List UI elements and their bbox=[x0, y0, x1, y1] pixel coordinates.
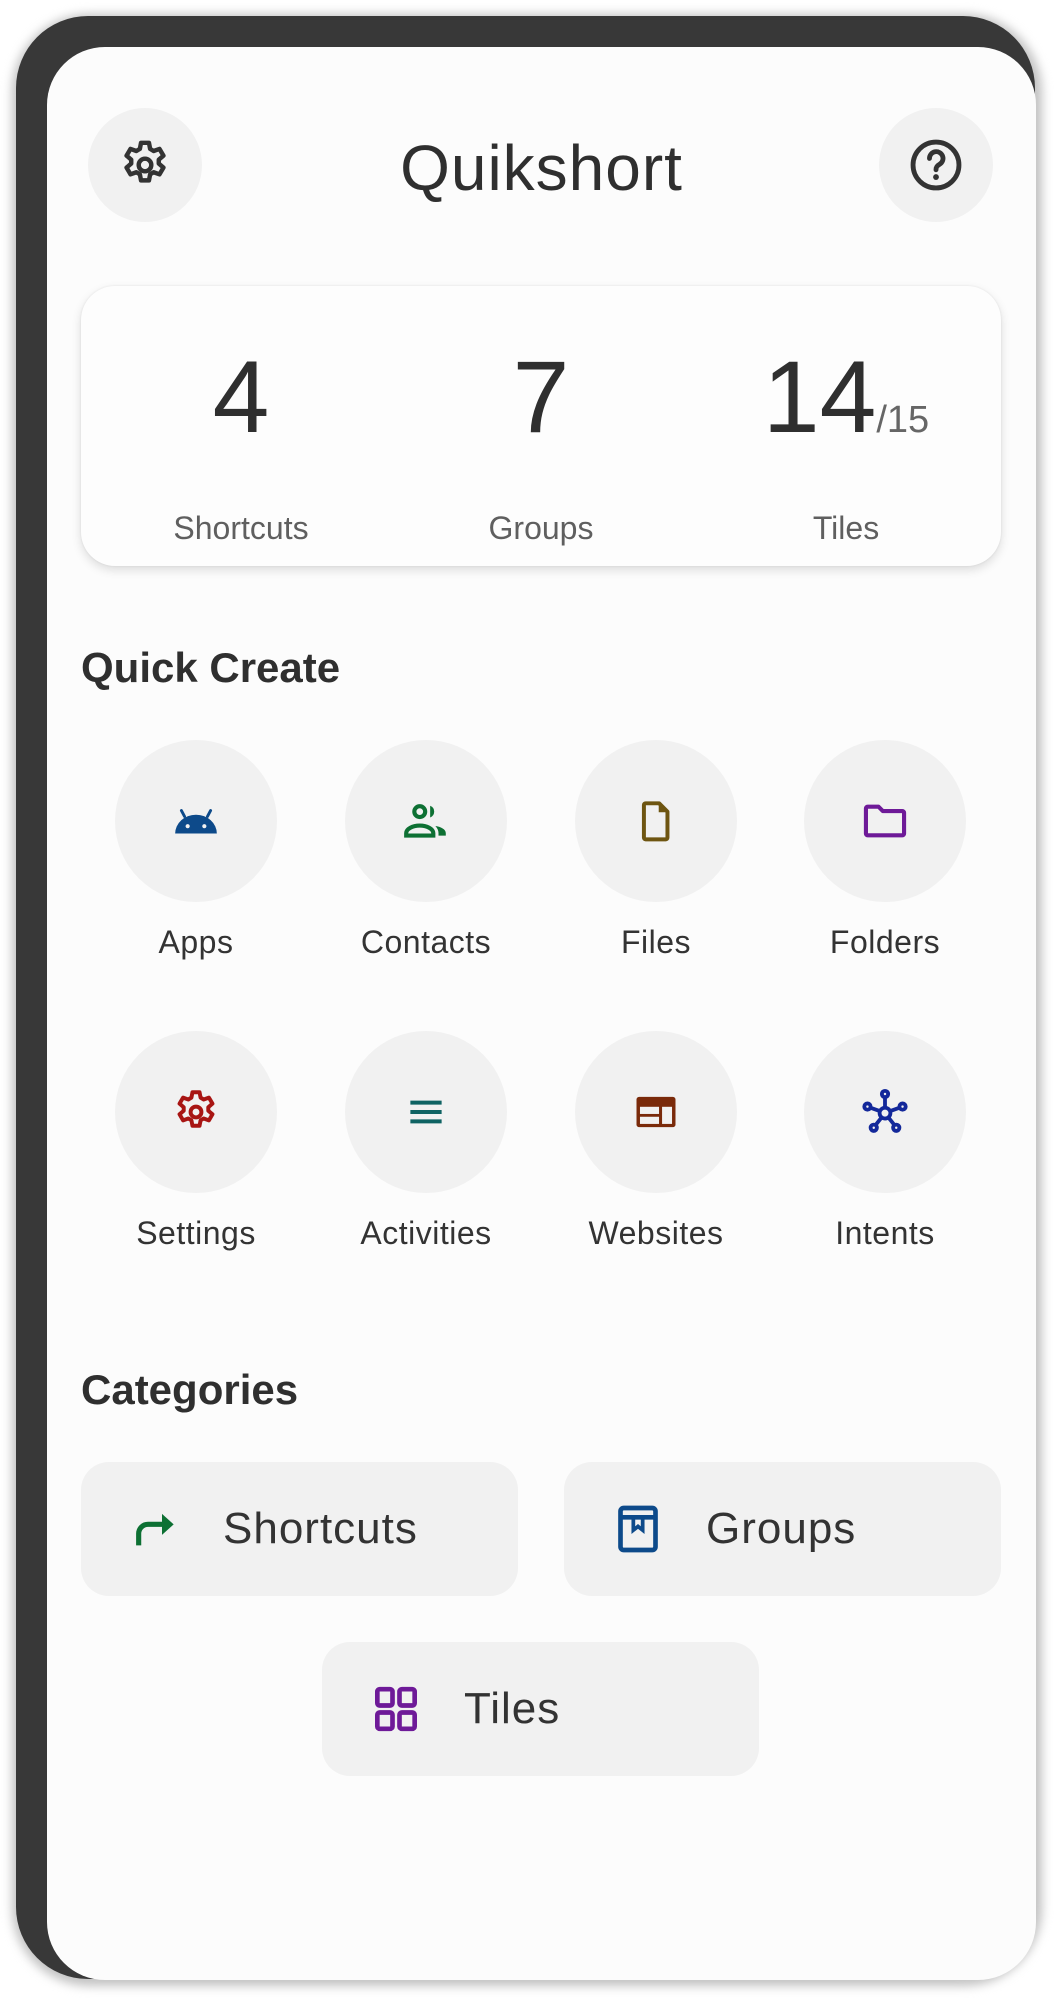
gear-icon bbox=[177, 1090, 215, 1128]
shortcut-arrow-icon bbox=[136, 1513, 174, 1546]
quick-create-folders[interactable]: Folders bbox=[785, 740, 985, 961]
stat-value: 7 bbox=[512, 340, 570, 454]
category-label: Tiles bbox=[464, 1684, 561, 1733]
qc-circle bbox=[575, 740, 737, 902]
cat-icon-wrap bbox=[610, 1501, 666, 1557]
file-icon bbox=[641, 801, 670, 842]
category-groups-button[interactable]: Groups bbox=[564, 1462, 1001, 1596]
stat-label: Tiles bbox=[812, 510, 880, 546]
stat-max: /15 bbox=[876, 399, 930, 441]
grid-icon bbox=[375, 1686, 417, 1732]
stat-shortcuts[interactable]: 4 Shortcuts bbox=[91, 286, 391, 566]
stat-groups[interactable]: 7 Groups bbox=[391, 286, 691, 566]
quick-create-title: Quick Create bbox=[81, 644, 341, 691]
quick-create-apps[interactable]: Apps bbox=[96, 740, 296, 961]
qc-label: Websites bbox=[588, 1215, 724, 1251]
hub-icon bbox=[862, 1088, 908, 1133]
app-screen: Quikshort 4 Shortcuts 7 Groups 14/15 Til… bbox=[47, 47, 1036, 1980]
folder-icon bbox=[863, 804, 907, 838]
qc-label: Activities bbox=[360, 1215, 492, 1251]
list-icon bbox=[410, 1100, 442, 1124]
qc-label: Apps bbox=[158, 924, 234, 960]
stat-value: 4 bbox=[212, 340, 270, 454]
qc-circle bbox=[804, 740, 966, 902]
qc-circle bbox=[115, 1031, 277, 1193]
qc-label: Folders bbox=[829, 924, 941, 960]
cat-icon-wrap bbox=[368, 1681, 424, 1737]
qc-label: Intents bbox=[835, 1215, 935, 1251]
stat-label: Groups bbox=[488, 510, 594, 546]
device-frame: Quikshort 4 Shortcuts 7 Groups 14/15 Til… bbox=[16, 16, 1036, 1980]
qc-circle bbox=[345, 1031, 507, 1193]
help-circle-icon bbox=[910, 139, 962, 191]
category-tiles-button[interactable]: Tiles bbox=[322, 1642, 759, 1776]
qc-circle bbox=[345, 740, 507, 902]
quick-create-settings[interactable]: Settings bbox=[96, 1031, 296, 1252]
archive-bookmark-icon bbox=[618, 1505, 658, 1553]
web-icon bbox=[636, 1096, 676, 1128]
cat-icon-wrap bbox=[127, 1501, 183, 1557]
stat-value-wrap: 14/15 bbox=[696, 346, 996, 448]
contacts-icon bbox=[404, 804, 446, 838]
android-icon bbox=[175, 809, 217, 834]
qc-label: Files bbox=[620, 924, 692, 960]
qc-circle bbox=[804, 1031, 966, 1193]
qc-circle bbox=[115, 740, 277, 902]
quick-create-contacts[interactable]: Contacts bbox=[326, 740, 526, 961]
category-label: Shortcuts bbox=[223, 1504, 418, 1553]
stat-tiles[interactable]: 14/15 Tiles bbox=[696, 286, 996, 566]
qc-label: Settings bbox=[136, 1215, 256, 1251]
quick-create-files[interactable]: Files bbox=[556, 740, 756, 961]
categories-title: Categories bbox=[81, 1366, 299, 1413]
quick-create-activities[interactable]: Activities bbox=[326, 1031, 526, 1252]
stat-value: 14 bbox=[762, 340, 877, 454]
qc-label: Contacts bbox=[360, 924, 492, 960]
category-shortcuts-button[interactable]: Shortcuts bbox=[81, 1462, 518, 1596]
quick-create-websites[interactable]: Websites bbox=[556, 1031, 756, 1252]
qc-circle bbox=[575, 1031, 737, 1193]
stat-label: Shortcuts bbox=[173, 510, 309, 546]
quick-create-intents[interactable]: Intents bbox=[785, 1031, 985, 1252]
help-button[interactable] bbox=[879, 108, 993, 222]
category-label: Groups bbox=[706, 1504, 857, 1553]
stats-card: 4 Shortcuts 7 Groups 14/15 Tiles bbox=[81, 286, 1001, 566]
